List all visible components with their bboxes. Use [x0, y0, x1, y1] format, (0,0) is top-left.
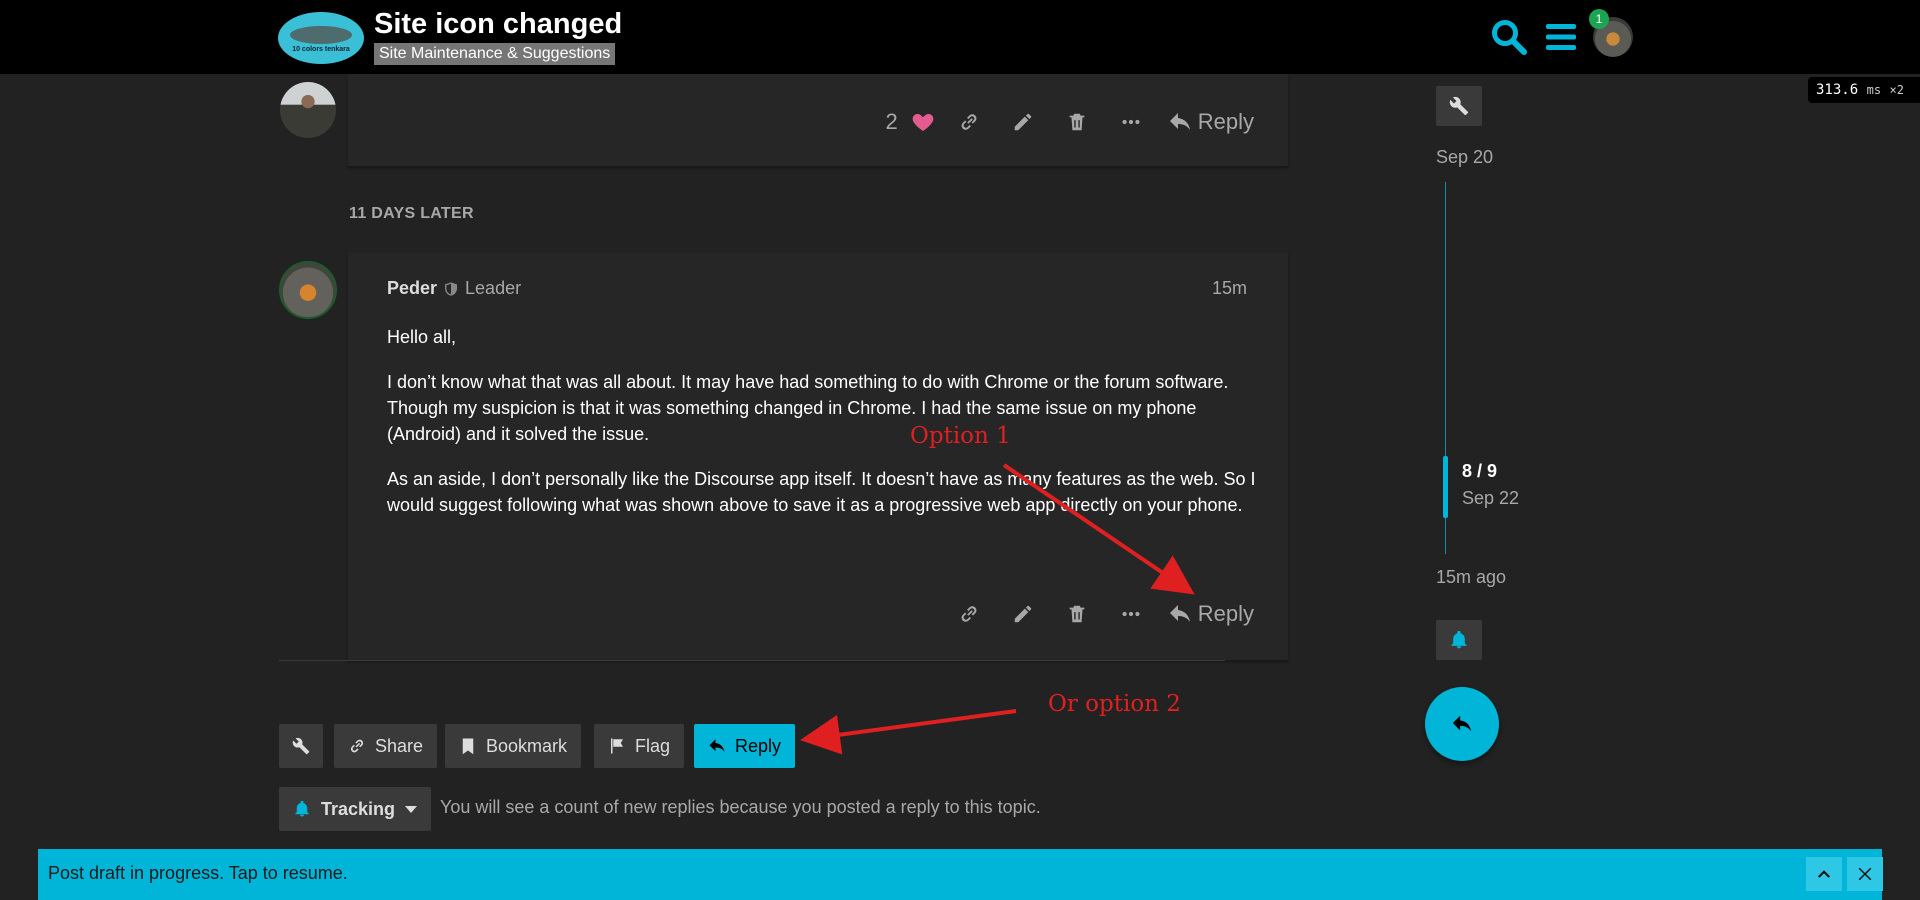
post-author: Peder Leader [387, 278, 521, 299]
post-date[interactable]: 15m [1212, 278, 1247, 299]
reply-button-primary[interactable]: Reply [694, 724, 796, 768]
reply-icon [1169, 605, 1190, 622]
post-paragraph: Hello all, [387, 327, 457, 347]
bookmark-icon [462, 738, 474, 755]
caret-down-icon [405, 805, 418, 813]
notification-badge[interactable]: 1 [1589, 9, 1609, 29]
site-logo[interactable]: 10 colors tenkara [278, 12, 364, 64]
timing-value: 313.6 [1816, 82, 1859, 98]
pencil-icon[interactable] [996, 594, 1050, 634]
divider [279, 660, 1225, 661]
reply-button[interactable]: Reply [1158, 109, 1258, 135]
avatar[interactable] [279, 261, 337, 319]
reply-icon [1452, 715, 1472, 732]
logo-text: 10 colors tenkara [292, 46, 350, 53]
expand-draft-button[interactable] [1806, 857, 1842, 891]
post-actions: Reply [942, 594, 1258, 634]
user-title: Leader [465, 278, 522, 298]
bookmark-label: Bookmark [486, 735, 568, 756]
bell-icon [295, 800, 309, 817]
more-icon[interactable] [1104, 102, 1158, 142]
bookmark-button[interactable]: Bookmark [445, 724, 582, 768]
category-badge[interactable]: Site Maintenance & Suggestions [374, 43, 616, 65]
trash-icon[interactable] [1050, 102, 1104, 142]
post-actions: 2 Reply [886, 102, 1259, 142]
more-icon[interactable] [1104, 594, 1158, 634]
reply-label: Reply [1197, 601, 1254, 626]
annotation-option-1: Option 1 [910, 423, 1011, 449]
like-count[interactable]: 2 [886, 109, 898, 135]
topic-title[interactable]: Site icon changed [374, 8, 622, 41]
reply-button[interactable]: Reply [1158, 601, 1258, 627]
annotation-option-2: Or option 2 [1048, 691, 1181, 717]
link-icon[interactable] [942, 102, 996, 142]
profiler-timing[interactable]: 313.6 ms ×2 [1808, 77, 1920, 103]
flag-label: Flag [635, 735, 671, 756]
chevron-up-icon [1818, 870, 1830, 878]
timeline-position-date: Sep 22 [1462, 488, 1520, 508]
post-paragraph: As an aside, I don’t personally like the… [387, 469, 1256, 515]
trash-icon[interactable] [1050, 594, 1104, 634]
link-icon [350, 739, 364, 753]
hamburger-menu-icon[interactable] [1542, 18, 1580, 56]
tracking-label: Tracking [321, 798, 396, 819]
search-icon[interactable] [1490, 18, 1528, 56]
draft-text[interactable]: Post draft in progress. Tap to resume. [48, 863, 348, 884]
share-button[interactable]: Share [334, 724, 438, 768]
timeline-last-activity[interactable]: 15m ago [1436, 567, 1506, 588]
timing-multiplier: ×2 [1889, 83, 1904, 97]
tracking-reason: You will see a count of new replies beca… [440, 797, 1041, 817]
reply-label: Reply [1197, 109, 1254, 134]
draft-bar[interactable]: Post draft in progress. Tap to resume. [38, 849, 1883, 900]
close-icon [1858, 867, 1872, 881]
wrench-icon [292, 737, 310, 755]
admin-wrench-button[interactable] [279, 724, 323, 768]
time-gap-label: 11 DAYS LATER [349, 205, 474, 222]
timeline-position: 8 / 9 [1462, 461, 1498, 481]
annotation-arrow-2 [800, 709, 1017, 755]
shield-icon [445, 281, 458, 296]
flag-icon [611, 738, 623, 754]
pencil-icon[interactable] [996, 102, 1050, 142]
reply-label: Reply [735, 735, 782, 756]
avatar[interactable] [280, 82, 336, 138]
link-icon[interactable] [942, 594, 996, 634]
post-body: Hello all, I don’t know what that was al… [387, 324, 1257, 537]
timing-unit: ms [1866, 83, 1882, 97]
previous-post: 2 Reply [348, 74, 1288, 166]
post-paragraph: I don’t know what that was all about. It… [387, 372, 1229, 444]
floating-reply-button[interactable] [1425, 687, 1499, 761]
heart-icon[interactable] [904, 102, 942, 142]
site-header: 10 colors tenkara Site icon changed Site… [0, 0, 1920, 74]
notification-level-dropdown[interactable]: Tracking [279, 787, 432, 831]
bell-icon [1451, 630, 1467, 649]
close-draft-button[interactable] [1847, 857, 1883, 891]
timeline-notifications-button[interactable] [1436, 620, 1482, 660]
username[interactable]: Peder [387, 278, 437, 299]
timeline-handle[interactable] [1443, 456, 1448, 518]
reply-icon [1169, 113, 1190, 130]
admin-wrench-button[interactable] [1436, 86, 1482, 126]
fish-icon [290, 26, 352, 44]
wrench-icon [1449, 96, 1469, 116]
timeline-start-date[interactable]: Sep 20 [1436, 147, 1493, 168]
share-label: Share [375, 735, 424, 756]
flag-button[interactable]: Flag [594, 724, 685, 768]
reply-icon [709, 739, 725, 752]
